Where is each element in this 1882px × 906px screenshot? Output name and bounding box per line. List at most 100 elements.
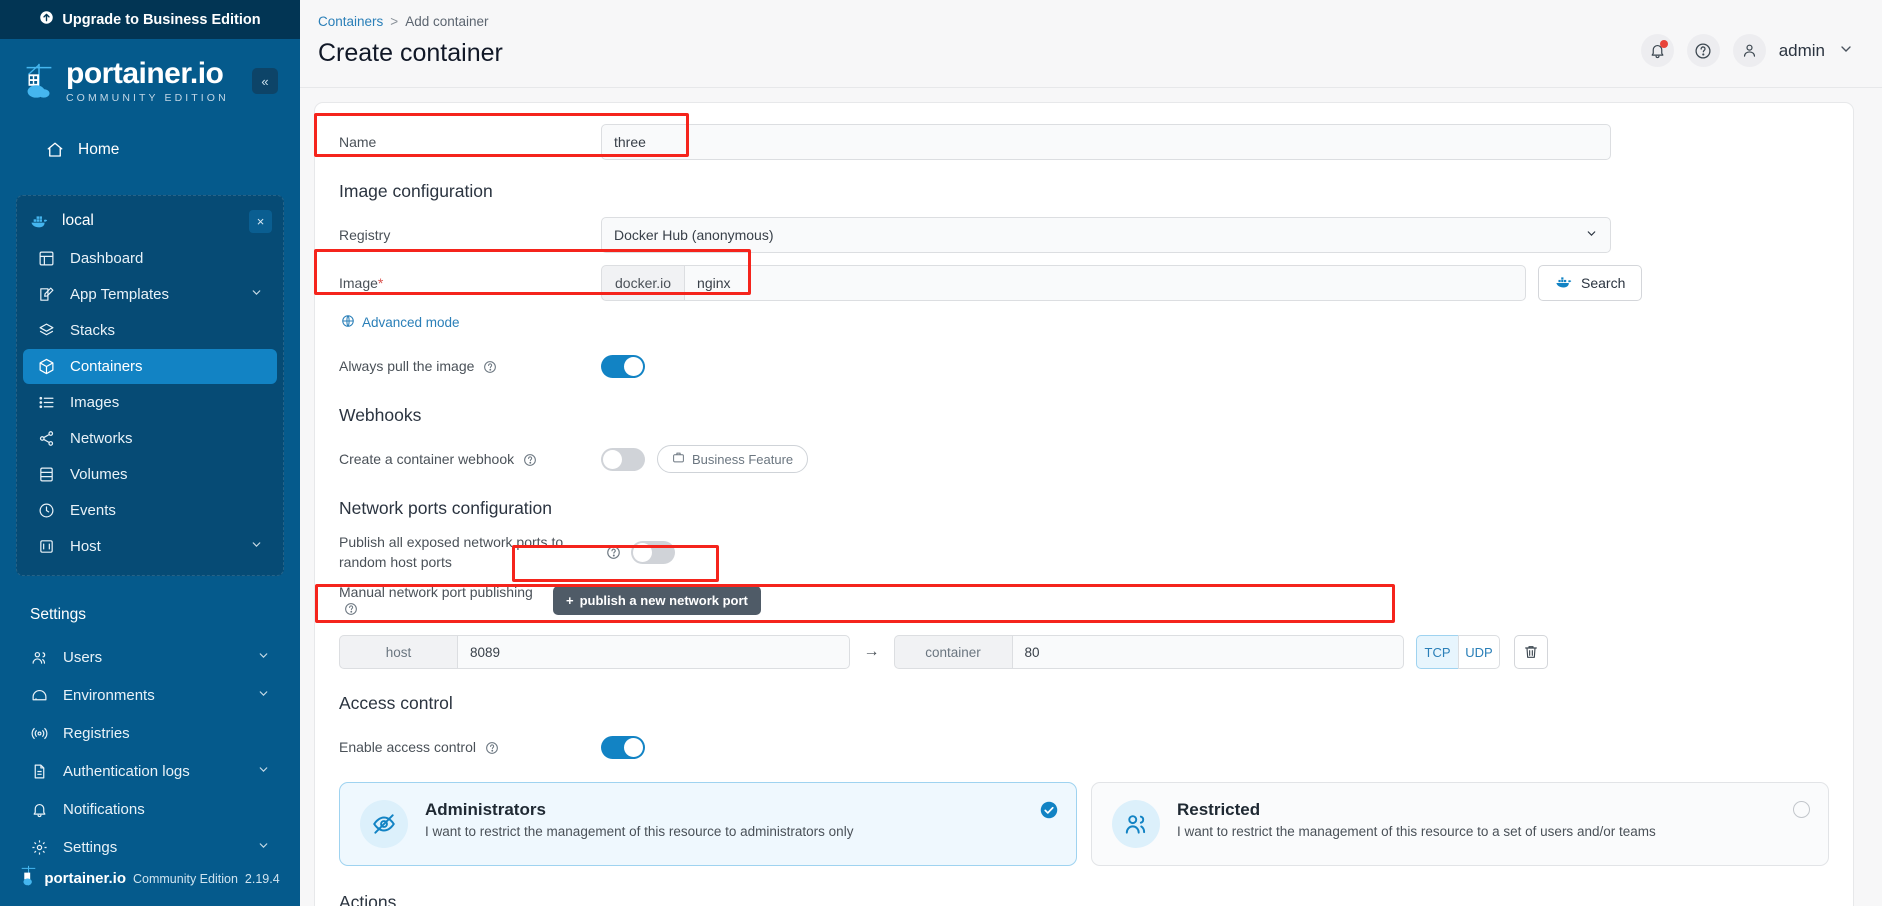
business-feature-pill[interactable]: Business Feature [657, 445, 809, 473]
access-control-options: Administrators I want to restrict the ma… [339, 782, 1829, 866]
advanced-mode-link[interactable]: Advanced mode [341, 314, 1829, 331]
user-name-label: admin [1778, 40, 1825, 60]
sidebar-settings-heading: Settings [30, 605, 87, 623]
help-icon[interactable] [344, 602, 358, 616]
footer-version: 2.19.4 [244, 871, 280, 886]
user-menu-chevron-down-icon[interactable] [1838, 41, 1854, 61]
upgrade-arrow-icon [39, 10, 54, 29]
name-input[interactable]: three [601, 124, 1611, 160]
delete-port-mapping-button[interactable] [1514, 635, 1548, 669]
templates-icon [37, 285, 56, 304]
brand-edition: COMMUNITY EDITION [66, 92, 229, 104]
manual-publish-label: Manual network port publishing [339, 584, 553, 616]
docker-icon [1555, 275, 1573, 292]
always-pull-label-text: Always pull the image [339, 358, 475, 374]
sidebar-item-environments[interactable]: Environments [16, 678, 284, 713]
enable-access-control-toggle[interactable] [601, 735, 645, 759]
image-label-text: Image [339, 275, 378, 291]
topbar: Containers > Add container Create contai… [300, 0, 1882, 88]
containers-icon [37, 357, 56, 376]
chevron-down-icon[interactable] [257, 763, 270, 780]
enable-access-control-row: Enable access control [339, 726, 1829, 768]
sidebar-item-label: Containers [70, 357, 143, 375]
eye-off-icon [360, 800, 408, 848]
app-root: Upgrade to Business Edition portainer.io… [0, 0, 1882, 906]
create-webhook-toggle[interactable] [601, 447, 645, 471]
upgrade-to-business-edition-banner[interactable]: Upgrade to Business Edition [0, 0, 300, 39]
gear-icon [30, 838, 49, 857]
chevron-down-icon[interactable] [257, 839, 270, 856]
user-avatar[interactable] [1732, 34, 1766, 67]
webhooks-heading: Webhooks [339, 405, 422, 425]
sidebar-item-networks[interactable]: Networks [23, 421, 277, 456]
toggle-knob [633, 542, 652, 562]
sidebar-item-label: Networks [70, 429, 133, 447]
sidebar-item-events[interactable]: Events [23, 493, 277, 528]
sidebar-item-settings[interactable]: Settings [16, 830, 284, 865]
notifications-button[interactable] [1640, 34, 1674, 67]
form-scroll-area[interactable]: Name three Image configuration Registry … [300, 88, 1882, 906]
plus-icon: + [566, 592, 574, 608]
environment-selector[interactable]: local × [17, 203, 283, 240]
sidebar-collapse-button[interactable]: « [252, 68, 278, 95]
publish-all-label: Publish all exposed network ports to ran… [339, 533, 564, 570]
sidebar-item-label: Stacks [70, 321, 116, 339]
always-pull-toggle[interactable] [601, 354, 645, 378]
chevron-down-icon[interactable] [257, 687, 270, 704]
publish-new-network-port-button[interactable]: + publish a new network port [553, 585, 761, 615]
sidebar-item-authentication-logs[interactable]: Authentication logs [16, 754, 284, 789]
registry-select[interactable]: Docker Hub (anonymous) [601, 217, 1611, 253]
footer-edition: Community Edition [133, 871, 238, 886]
help-icon[interactable] [606, 545, 621, 560]
sidebar-item-notifications[interactable]: Notifications [16, 792, 284, 827]
sidebar-item-stacks[interactable]: Stacks [23, 313, 277, 348]
chevron-down-icon[interactable] [250, 538, 263, 555]
access-option-description: I want to restrict the management of thi… [425, 824, 854, 839]
environment-close-icon[interactable]: × [249, 209, 272, 233]
publish-all-ports-toggle[interactable] [631, 540, 675, 564]
create-webhook-row: Create a container webhook Business Feat… [339, 438, 1829, 480]
help-icon[interactable] [485, 741, 499, 755]
help-button[interactable] [1686, 34, 1720, 67]
sidebar-item-host[interactable]: Host [23, 529, 277, 564]
sidebar-item-registries[interactable]: Registries [16, 716, 284, 751]
enable-access-control-label: Enable access control [339, 739, 601, 755]
auth-logs-icon [30, 762, 49, 781]
always-pull-row: Always pull the image [339, 345, 1829, 387]
host-port-input[interactable]: 8089 [457, 635, 850, 669]
sidebar-item-home[interactable]: Home [18, 132, 282, 169]
chevron-down-icon[interactable] [257, 649, 270, 666]
container-port-input[interactable]: 80 [1011, 635, 1404, 669]
host-port-label: host [339, 635, 457, 669]
image-input[interactable]: nginx [684, 265, 1526, 301]
sidebar-item-volumes[interactable]: Volumes [23, 457, 277, 492]
protocol-udp-button[interactable]: UDP [1458, 635, 1500, 669]
access-option-restricted[interactable]: Restricted I want to restrict the manage… [1091, 782, 1829, 866]
image-registry-prefix: docker.io [601, 265, 685, 301]
port-mapping-group: host 8089 → container 80 [339, 635, 1404, 669]
image-search-button[interactable]: Search [1538, 265, 1643, 301]
sidebar-item-users[interactable]: Users [16, 640, 284, 675]
home-icon [45, 141, 64, 160]
sidebar-item-containers[interactable]: Containers [23, 348, 277, 384]
image-input-group: docker.io nginx [601, 265, 1526, 301]
sidebar-item-dashboard[interactable]: Dashboard [23, 241, 277, 276]
image-label: Image* [339, 275, 601, 291]
toggle-knob [624, 737, 643, 757]
help-icon[interactable] [523, 453, 537, 467]
access-option-administrators[interactable]: Administrators I want to restrict the ma… [339, 782, 1077, 866]
sidebar-item-app-templates[interactable]: App Templates [23, 277, 277, 312]
always-pull-label: Always pull the image [339, 358, 601, 374]
environments-icon [30, 686, 49, 705]
breadcrumb-current: Add container [405, 14, 489, 29]
chevron-down-icon[interactable] [250, 286, 263, 303]
manual-publish-label-text: Manual network port publishing [339, 584, 533, 600]
sidebar-item-images[interactable]: Images [23, 385, 277, 420]
users-icon [30, 648, 49, 667]
protocol-toggle-group: TCP UDP [1416, 635, 1500, 669]
settings-nav-list: Users Environments Registries Authentica… [10, 637, 290, 868]
name-label: Name [339, 134, 377, 150]
help-icon[interactable] [483, 360, 497, 374]
protocol-tcp-button[interactable]: TCP [1416, 635, 1458, 669]
breadcrumb-containers[interactable]: Containers [318, 14, 383, 29]
